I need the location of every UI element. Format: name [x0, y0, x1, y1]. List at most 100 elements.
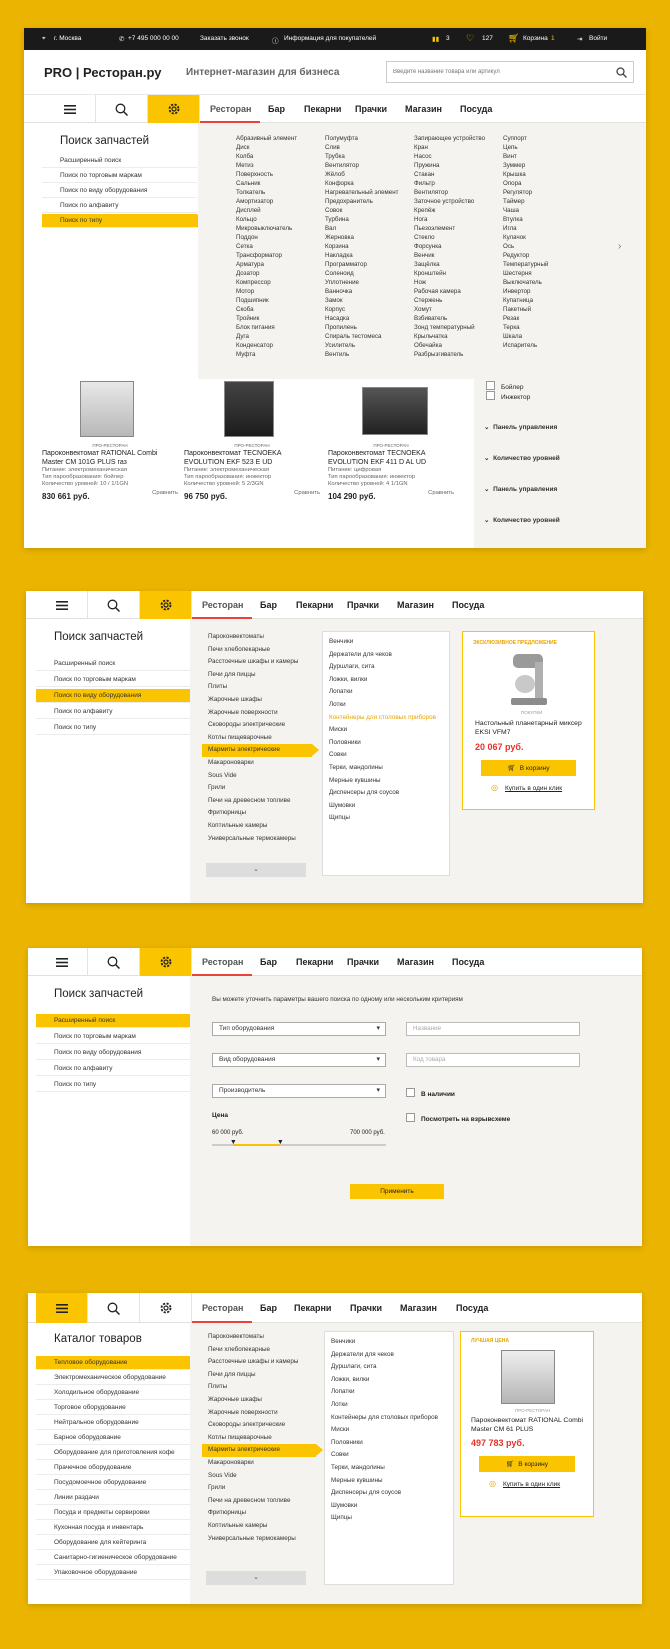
more-button[interactable]: ⌄ [206, 1571, 306, 1585]
tab-tableware[interactable]: Посуда [452, 600, 484, 610]
subcategory-item[interactable]: Держатели для чеков [323, 649, 449, 662]
one-click-buy-link[interactable]: Купить в один клик [505, 785, 562, 792]
equipment-item[interactable]: Макароноварки [202, 1457, 316, 1470]
subcategory-item[interactable]: Контейнеры для столовых приборов [323, 712, 449, 725]
parts-menu-item-active[interactable]: Поиск по типу [42, 214, 204, 228]
part-type-link[interactable]: Трубка [325, 152, 398, 161]
part-type-link[interactable]: Нож [414, 278, 485, 287]
subcategory-item[interactable]: Лопатки [325, 1386, 453, 1399]
part-type-link[interactable]: Скоба [236, 305, 297, 314]
equipment-item[interactable]: Пароконвектоматы [202, 631, 312, 644]
tab-tableware[interactable]: Посуда [456, 1303, 488, 1313]
parts-menu-item-active[interactable]: Поиск по виду оборудования [36, 689, 197, 703]
part-type-link[interactable]: Корзина [325, 242, 398, 251]
tab-tableware[interactable]: Посуда [460, 104, 492, 114]
price-slider-min-handle[interactable]: ▼ [230, 1139, 237, 1146]
equipment-kind-select[interactable]: Вид оборудования [212, 1053, 386, 1067]
equipment-item[interactable]: Печи для пиццы [202, 669, 312, 682]
chevron-right-icon[interactable]: › [618, 241, 621, 252]
part-type-link[interactable]: Пакетный [503, 305, 548, 314]
search-menu-button[interactable] [88, 1293, 140, 1323]
tab-laundry[interactable]: Прачки [347, 600, 379, 610]
part-type-link[interactable]: Венчик [414, 251, 485, 260]
part-type-link[interactable]: Амортизатор [236, 197, 297, 206]
parts-menu-item[interactable]: Поиск по алфавиту [36, 705, 190, 719]
part-type-link[interactable]: Вентилятор [325, 161, 398, 170]
code-input[interactable]: Код товара [406, 1053, 580, 1067]
subcategory-item[interactable]: Миски [323, 724, 449, 737]
compare-link[interactable]: Сравнить [152, 490, 178, 497]
mixer-image[interactable] [507, 652, 551, 708]
tab-restaurant[interactable]: Ресторан [202, 957, 243, 967]
part-type-link[interactable]: Насадка [325, 314, 398, 323]
catalog-item[interactable]: Прачечное оборудование [36, 1461, 190, 1475]
compare-link[interactable]: Сравнить [294, 490, 320, 497]
part-type-link[interactable]: Замок [325, 296, 398, 305]
search-icon[interactable] [616, 67, 627, 78]
catalog-menu-button[interactable] [44, 95, 96, 123]
part-type-link[interactable]: Пропилень [325, 323, 398, 332]
catalog-item[interactable]: Кухонная посуда и инвентарь [36, 1521, 190, 1535]
catalog-item[interactable]: Санитарно-гигиеническое оборудование [36, 1551, 190, 1565]
part-type-link[interactable]: Резак [503, 314, 548, 323]
subcategory-item[interactable]: Половники [325, 1437, 453, 1450]
compare-icon[interactable]: ▮▮ [432, 35, 439, 43]
subcategory-item[interactable]: Шумовки [325, 1500, 453, 1513]
subcategory-item[interactable]: Щипцы [325, 1512, 453, 1525]
equipment-item[interactable]: Грили [202, 782, 312, 795]
part-type-link[interactable]: Защёлка [414, 260, 485, 269]
part-type-link[interactable]: Компрессор [236, 278, 297, 287]
equipment-item[interactable]: Расстоечные шкафы и камеры [202, 1356, 316, 1369]
parts-menu-item[interactable]: Поиск по виду оборудования [42, 184, 197, 198]
catalog-item[interactable]: Тепловое оборудование [36, 1356, 197, 1370]
subcategory-item[interactable]: Держатели для чеков [325, 1349, 453, 1362]
part-type-link[interactable]: Диск [236, 143, 297, 152]
part-type-link[interactable]: Стекло [414, 233, 485, 242]
one-click-buy-link[interactable]: Купить в один клик [503, 1481, 560, 1488]
part-type-link[interactable]: Редуктор [503, 251, 548, 260]
tab-laundry[interactable]: Прачки [350, 1303, 382, 1313]
subcategory-item[interactable]: Шумовки [323, 800, 449, 813]
part-type-link[interactable]: Винт [503, 152, 548, 161]
part-type-link[interactable]: Микровыключатель [236, 224, 297, 233]
part-type-link[interactable]: Таймер [503, 197, 548, 206]
equipment-item[interactable]: Sous Vide [202, 770, 312, 783]
part-type-link[interactable]: Вал [325, 224, 398, 233]
parts-menu-item[interactable]: Поиск по алфавиту [36, 1062, 190, 1076]
equipment-item[interactable]: Печи хлебопекарные [202, 1344, 316, 1357]
part-type-link[interactable]: Конфорка [325, 179, 398, 188]
part-type-link[interactable]: Выключатель [503, 278, 548, 287]
explosion-view-checkbox[interactable]: Посмотреть на взрывсхеме [406, 1113, 510, 1123]
part-type-link[interactable]: Спираль тестомеса [325, 332, 398, 341]
product-image[interactable] [80, 381, 134, 437]
subcategory-item[interactable]: Ложки, вилки [323, 674, 449, 687]
part-type-link[interactable]: Нагревательный элемент [325, 188, 398, 197]
part-type-link[interactable]: Запирающее устройство [414, 134, 485, 143]
tab-restaurant[interactable]: Ресторан [210, 104, 251, 114]
parts-menu-item[interactable]: Расширенный поиск [36, 657, 190, 671]
subcategory-item[interactable]: Терки, мандолины [323, 762, 449, 775]
part-type-link[interactable]: Кронштейн [414, 269, 485, 278]
part-type-link[interactable]: Ванночка [325, 287, 398, 296]
tab-bakery[interactable]: Пекарни [296, 600, 333, 610]
tab-laundry[interactable]: Прачки [347, 957, 379, 967]
part-type-link[interactable]: Трансформатор [236, 251, 297, 260]
part-type-link[interactable]: Тройник [236, 314, 297, 323]
part-type-link[interactable]: Зуммер [503, 161, 548, 170]
part-type-link[interactable]: Толкатель [236, 188, 297, 197]
part-type-link[interactable]: Кольцо [236, 215, 297, 224]
parts-menu-button[interactable] [140, 591, 192, 619]
equipment-item[interactable]: Фритюрницы [202, 807, 312, 820]
part-type-link[interactable]: Дозатор [236, 269, 297, 278]
parts-menu-button[interactable] [148, 95, 200, 123]
part-type-link[interactable]: Блок питания [236, 323, 297, 332]
part-type-link[interactable]: Стержень [414, 296, 485, 305]
part-type-link[interactable]: Дисплей [236, 206, 297, 215]
catalog-item[interactable]: Линии раздачи [36, 1491, 190, 1505]
boiler-radio[interactable]: Бойлер [486, 381, 524, 391]
catalog-item[interactable]: Посуда и предметы сервировки [36, 1506, 190, 1520]
part-type-link[interactable]: Стакан [414, 170, 485, 179]
tab-restaurant[interactable]: Ресторан [202, 600, 243, 610]
part-type-link[interactable]: Зонд температурный [414, 323, 485, 332]
equipment-item[interactable]: Печи на древесном топливе [202, 795, 312, 808]
